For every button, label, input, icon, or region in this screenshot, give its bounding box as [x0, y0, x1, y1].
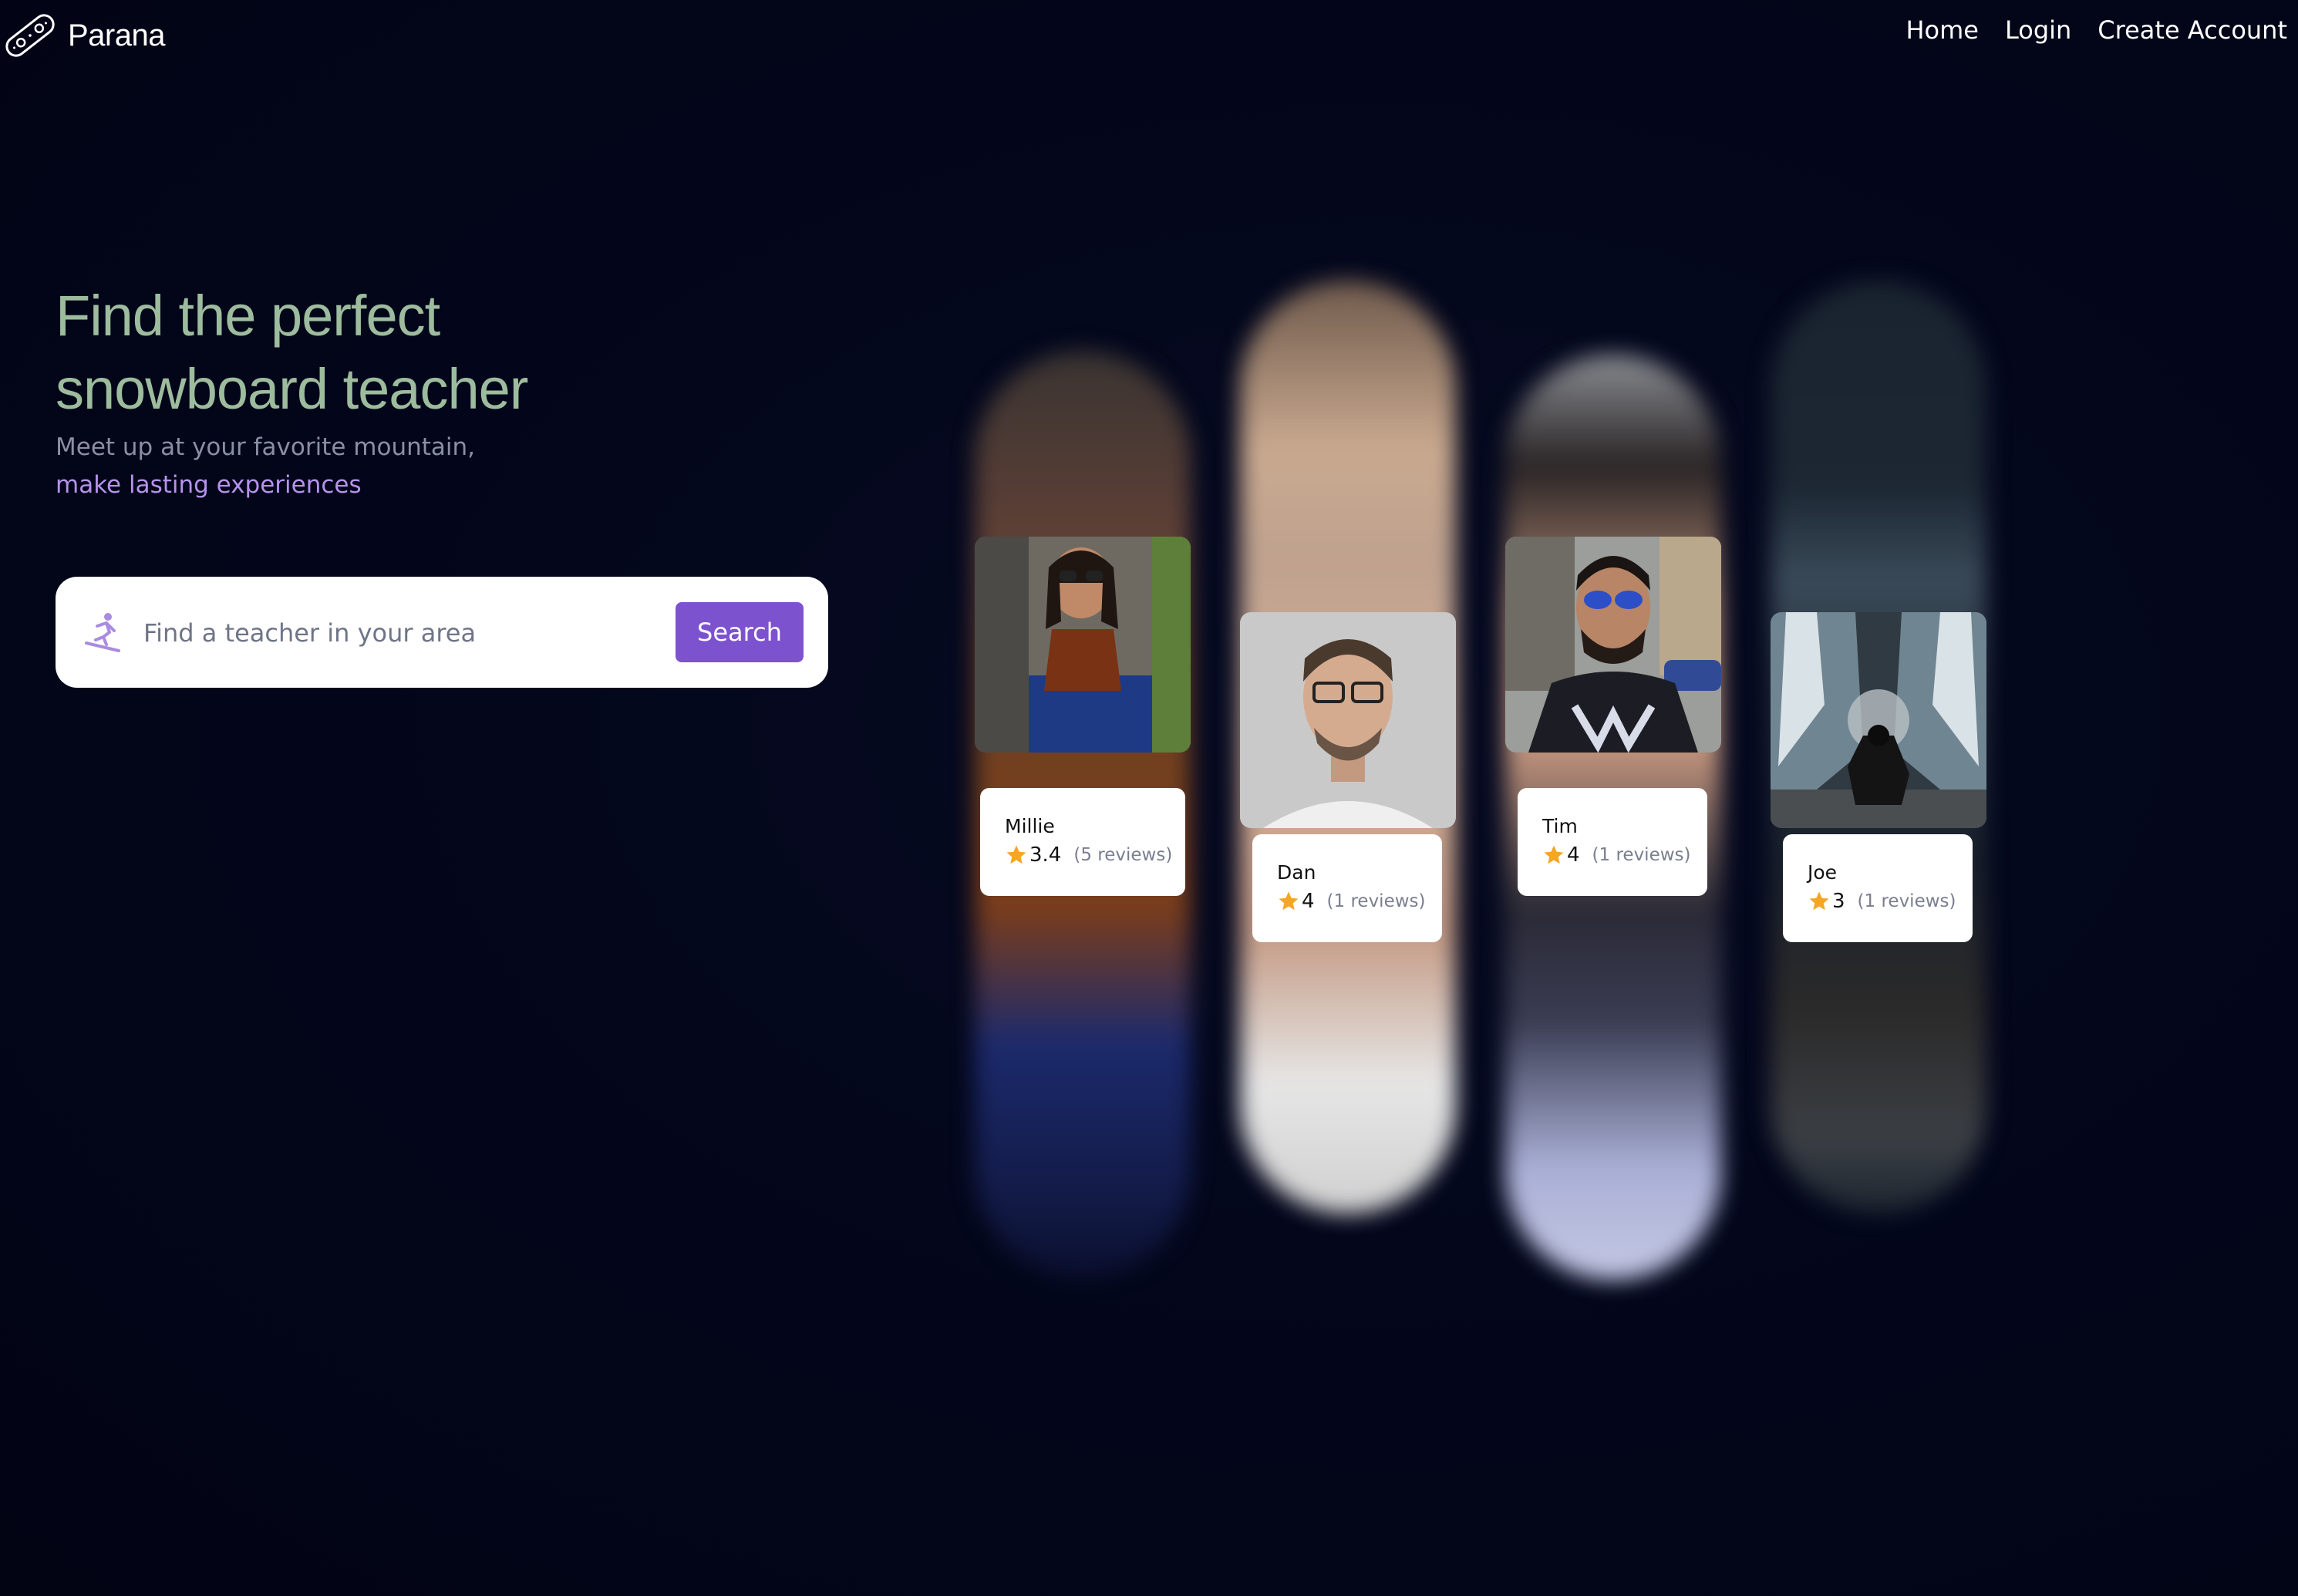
rating-score: 3.4 — [1029, 843, 1062, 867]
hero-title-line1: Find the perfect — [56, 284, 440, 348]
snowboard-logo-icon — [5, 14, 55, 57]
hero-subtitle-line2: make lasting experiences — [56, 471, 362, 499]
review-count: (5 reviews) — [1073, 845, 1173, 865]
teacher-photo[interactable] — [1771, 612, 1986, 828]
teacher-photo[interactable] — [975, 537, 1191, 753]
star-icon — [1006, 845, 1026, 864]
hero-subtitle-line1: Meet up at your favorite mountain, — [56, 433, 476, 461]
review-count: (1 reviews) — [1592, 845, 1691, 865]
review-count: (1 reviews) — [1857, 891, 1956, 911]
search-input[interactable] — [142, 608, 639, 658]
review-count: (1 reviews) — [1326, 891, 1426, 911]
hero-title-line2: snowboard teacher — [56, 357, 528, 421]
teacher-name: Millie — [1005, 815, 1055, 837]
star-icon — [1279, 891, 1299, 911]
rating-score: 4 — [1302, 890, 1315, 913]
brand-name: Parana — [68, 18, 165, 52]
teacher-photo[interactable] — [1505, 537, 1721, 753]
top-nav: Parana Home Login Create Account — [0, 0, 2298, 69]
search-bar: Search — [56, 577, 828, 688]
teacher-rating: 4 (1 reviews) — [1277, 890, 1442, 913]
teacher-photo[interactable] — [1240, 612, 1456, 828]
brand[interactable]: Parana — [0, 6, 165, 65]
teacher-card[interactable]: Dan 4 (1 reviews) — [1252, 834, 1442, 942]
star-icon — [1809, 891, 1829, 911]
teacher-rating: 3.4 (5 reviews) — [1005, 843, 1185, 867]
teacher-card[interactable]: Tim 4 (1 reviews) — [1518, 788, 1707, 896]
teacher-name: Tim — [1542, 815, 1578, 837]
rating-score: 3 — [1832, 890, 1845, 913]
snowboarder-icon — [85, 613, 120, 652]
teacher-rating: 3 (1 reviews) — [1808, 890, 1973, 913]
nav-link-create-account[interactable]: Create Account — [2098, 15, 2287, 45]
teacher-name: Dan — [1277, 861, 1316, 884]
teacher-name: Joe — [1808, 861, 1838, 884]
nav-links: Home Login Create Account — [1905, 15, 2287, 45]
teacher-rating: 4 (1 reviews) — [1542, 843, 1707, 867]
rating-score: 4 — [1567, 843, 1580, 867]
teacher-card[interactable]: Millie 3.4 (5 reviews) — [980, 788, 1185, 896]
nav-link-login[interactable]: Login — [2005, 15, 2071, 45]
hero-subtitle: Meet up at your favorite mountain, make … — [56, 429, 475, 504]
teacher-card[interactable]: Joe 3 (1 reviews) — [1783, 834, 1973, 942]
hero-title: Find the perfect snowboard teacher — [56, 279, 750, 426]
search-button[interactable]: Search — [676, 602, 804, 662]
nav-link-home[interactable]: Home — [1905, 15, 1979, 45]
star-icon — [1544, 845, 1564, 864]
